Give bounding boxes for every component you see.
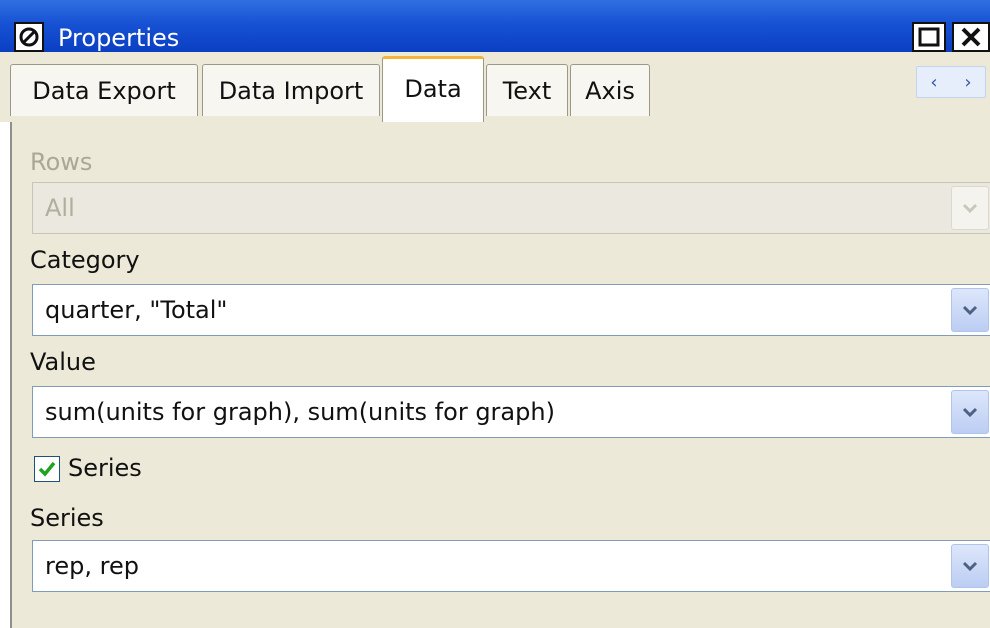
series-label: Series [30,504,104,532]
tab-label: Text [502,76,552,105]
close-icon [961,27,981,47]
tab-label: Data [404,75,462,103]
close-button[interactable] [952,22,990,52]
rows-select: All [32,182,990,234]
rows-dropdown-button [951,186,989,230]
category-select-value: quarter, "Total" [45,296,228,324]
tab-strip: Data Export Data Import Data Text Axis ‹… [0,52,990,122]
value-label: Value [30,348,96,376]
tab-label: Data Import [218,76,364,105]
series-checkbox-label[interactable]: Series [68,454,142,482]
chevron-down-icon [962,305,978,316]
category-select[interactable]: quarter, "Total" [32,284,990,336]
category-label: Category [30,246,140,274]
maximize-button[interactable] [912,22,946,52]
chevron-down-icon [962,407,978,418]
rows-select-value: All [45,194,75,222]
value-select[interactable]: sum(units for graph), sum(units for grap… [32,386,990,438]
checkmark-icon [38,461,56,477]
chevron-right-icon[interactable]: › [964,72,971,93]
window-title: Properties [58,24,180,52]
properties-icon [14,22,44,52]
title-bar: Properties [0,0,990,52]
category-dropdown-button[interactable] [951,288,989,332]
tab-text[interactable]: Text [486,64,568,116]
tab-axis[interactable]: Axis [570,64,650,116]
series-select[interactable]: rep, rep [32,540,990,592]
tab-label: Axis [585,76,635,105]
tab-scroll-buttons[interactable]: ‹ › [916,66,986,98]
series-select-value: rep, rep [45,552,139,580]
tab-label: Data Export [32,76,176,105]
tab-data[interactable]: Data [382,56,484,122]
chevron-down-icon [962,561,978,572]
value-dropdown-button[interactable] [951,390,989,434]
value-select-value: sum(units for graph), sum(units for grap… [45,398,555,426]
rows-label: Rows [30,148,93,176]
chevron-down-icon [962,203,978,214]
series-dropdown-button[interactable] [951,544,989,588]
data-properties-panel: Rows All Category quarter, "Total" Value… [10,122,990,628]
chevron-left-icon[interactable]: ‹ [930,72,937,93]
maximize-icon [918,27,940,47]
series-checkbox[interactable] [34,456,60,482]
tab-data-import[interactable]: Data Import [202,64,380,116]
tab-data-export[interactable]: Data Export [10,64,198,116]
